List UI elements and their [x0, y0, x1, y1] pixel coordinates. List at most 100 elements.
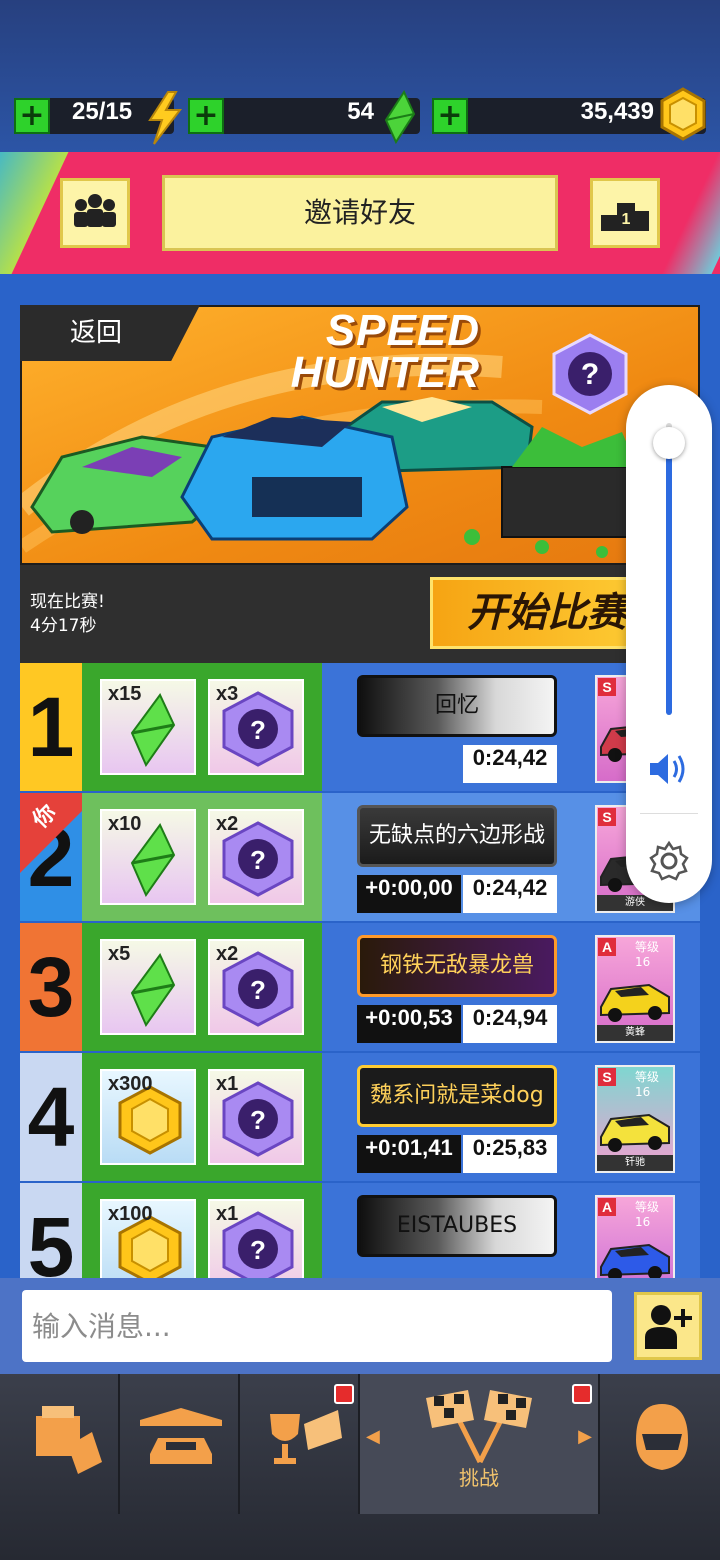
add-coins-button[interactable]: +: [432, 98, 468, 134]
car-level: 等级16: [635, 1070, 660, 1099]
reward-mystery-box[interactable]: ? x2: [208, 809, 304, 905]
leaderboard-row[interactable]: 2 你 x10 ? x2 无缺点的六边形战士 +0:00,00 0:24,42: [20, 793, 700, 921]
group-icon: [74, 194, 116, 227]
notification-dot: [572, 1384, 592, 1404]
reward-quantity: x100: [108, 1203, 153, 1225]
time-diff: +0:00,00: [357, 875, 461, 913]
gear-icon[interactable]: [648, 840, 690, 882]
volume-slider-thumb[interactable]: [653, 427, 685, 460]
reward-quantity: x10: [108, 813, 142, 835]
player-nameplate[interactable]: 无缺点的六边形战士: [357, 805, 557, 867]
friends-button[interactable]: [60, 178, 130, 248]
player-name: 无缺点的六边形战士: [368, 823, 545, 848]
car-name: 钎驰: [597, 1155, 673, 1171]
car-class-badge: S: [598, 1068, 616, 1086]
svg-text:?: ?: [581, 358, 599, 391]
nav-next-arrow[interactable]: ▶: [578, 1426, 592, 1447]
coin-counter: + 35,439: [432, 87, 706, 141]
car-level: 等级16: [635, 940, 660, 969]
nav-challenge[interactable]: ◀ 挑战 ▶: [360, 1374, 600, 1514]
coin-icon: [660, 87, 706, 141]
svg-text:?: ?: [250, 715, 266, 745]
volume-slider-track[interactable]: [653, 423, 685, 715]
player-name: 钢铁无敌暴龙兽: [379, 953, 534, 978]
invite-friends-button[interactable]: 邀请好友: [162, 175, 558, 251]
rank-number: 3: [20, 923, 82, 1051]
bottom-nav: ◀ 挑战 ▶: [0, 1374, 720, 1560]
reward-currency[interactable]: x15: [100, 679, 196, 775]
svg-text:?: ?: [250, 845, 266, 875]
reward-mystery-box[interactable]: ? x1: [208, 1069, 304, 1165]
race-time: 0:24,42: [463, 745, 557, 783]
nav-cups[interactable]: [240, 1374, 360, 1514]
reward-quantity: x1: [216, 1073, 239, 1095]
leaderboard-row[interactable]: 1 x15 ? x3 回忆 0:24,42 S: [20, 663, 700, 791]
speaker-icon[interactable]: [646, 749, 692, 789]
rank-number: 1: [20, 663, 82, 791]
player-nameplate[interactable]: 魏系问就是菜dog: [357, 1065, 557, 1127]
energy-value: 25/15: [72, 98, 133, 125]
car-card[interactable]: A 等级16 黄蜂: [595, 935, 675, 1043]
helmet-icon: [636, 1404, 688, 1470]
mystery-box-icon: ?: [552, 333, 628, 415]
race-now-text: 现在比赛!: [30, 592, 105, 612]
reward-currency[interactable]: x5: [100, 939, 196, 1035]
reward-quantity: x3: [216, 683, 239, 705]
rank-number: 4: [20, 1053, 82, 1181]
back-button[interactable]: 返回: [20, 305, 200, 361]
race-time: 0:24,94: [463, 1005, 557, 1043]
nav-prev-arrow[interactable]: ◀: [366, 1426, 380, 1447]
svg-text:?: ?: [250, 1235, 266, 1265]
add-friend-button[interactable]: [634, 1292, 702, 1360]
chat-input[interactable]: [22, 1290, 612, 1362]
add-gems-button[interactable]: +: [188, 98, 224, 134]
reward-quantity: x15: [108, 683, 142, 705]
reward-currency[interactable]: x300: [100, 1069, 196, 1165]
player-panel: 钢铁无敌暴龙兽 +0:00,53 0:24,94 A 等级16 黄蜂: [322, 923, 700, 1051]
notification-dot: [334, 1384, 354, 1404]
nav-profile[interactable]: [600, 1374, 720, 1514]
time-diff: +0:01,41: [357, 1135, 461, 1173]
car-class-badge: A: [598, 1198, 616, 1216]
countdown-text: 4分17秒: [30, 616, 97, 636]
car-card[interactable]: S 等级16 钎驰: [595, 1065, 675, 1173]
player-nameplate[interactable]: 钢铁无敌暴龙兽: [357, 935, 557, 997]
nav-garage[interactable]: [120, 1374, 240, 1514]
reward-slot: x10 ? x2: [82, 793, 322, 921]
leaderboard-row[interactable]: 4 x300 ? x1 魏系问就是菜dog +0:01,41 0:25,83 S…: [20, 1053, 700, 1181]
car-image: [600, 983, 670, 1022]
player-name: EISTAUBES: [396, 1213, 518, 1238]
nav-shop[interactable]: [0, 1374, 120, 1514]
add-energy-button[interactable]: +: [14, 98, 50, 134]
top-background: [0, 0, 720, 160]
reward-quantity: x2: [216, 943, 239, 965]
race-info: 现在比赛! 4分17秒: [30, 590, 105, 638]
reward-slot: x5 ? x2: [82, 923, 322, 1051]
nav-challenge-label: 挑战: [459, 1466, 499, 1490]
reward-currency[interactable]: x10: [100, 809, 196, 905]
player-nameplate[interactable]: EISTAUBES: [357, 1195, 557, 1257]
garage-icon: [140, 1408, 222, 1464]
volume-panel: [626, 385, 712, 903]
coin-value: 35,439: [580, 98, 654, 125]
car-name: 黄蜂: [597, 1025, 673, 1041]
reward-quantity: x5: [108, 943, 131, 965]
lightning-icon: [148, 91, 183, 145]
player-name: 回忆: [434, 693, 479, 718]
reward-mystery-box[interactable]: ? x2: [208, 939, 304, 1035]
add-user-icon: [645, 1305, 692, 1349]
reward-quantity: x2: [216, 813, 239, 835]
reward-quantity: x300: [108, 1073, 153, 1095]
reward-mystery-box[interactable]: ? x3: [208, 679, 304, 775]
leaderboard-row[interactable]: 3 x5 ? x2 钢铁无敌暴龙兽 +0:00,53 0:24,94 A 等级1…: [20, 923, 700, 1051]
player-name: 魏系问就是菜dog: [370, 1083, 544, 1108]
player-nameplate[interactable]: 回忆: [357, 675, 557, 737]
trophy-flag-icon: [270, 1410, 342, 1464]
car-class-badge: S: [598, 808, 616, 826]
podium-icon: 1: [601, 203, 649, 231]
leaderboard-button[interactable]: 1: [590, 178, 660, 248]
race-time: 0:24,42: [463, 875, 557, 913]
shop-icon: [36, 1406, 102, 1474]
event-title-line1: SPEED: [325, 306, 480, 355]
gem-icon: [384, 90, 416, 144]
